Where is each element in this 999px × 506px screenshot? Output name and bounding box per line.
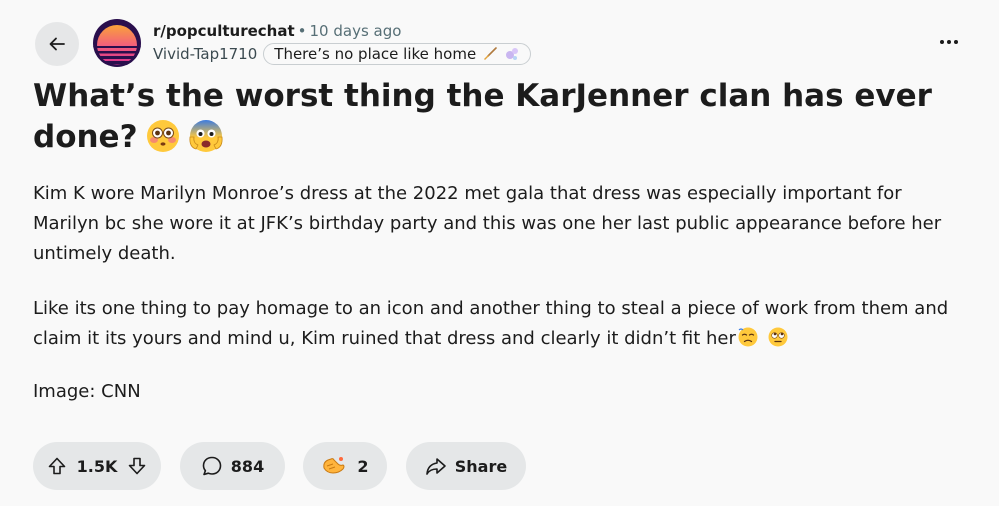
share-label: Share [454,456,508,476]
comment-count: 884 [230,456,265,476]
flushed-face-icon [146,119,180,164]
meta-separator: • [297,22,307,40]
post-title: What’s the worst thing the KarJenner cla… [33,76,933,164]
comment-bubble-icon [202,456,222,476]
share-button[interactable]: Share [406,442,526,490]
post-body-paragraph: Like its one thing to pay homage to an i… [33,294,973,357]
bubbles-icon [506,48,519,60]
vote-bar: 1.5K [33,442,161,490]
share-arrow-icon [425,458,446,475]
back-button[interactable] [35,22,79,66]
post-meta: r/popculturechat • 10 days ago [153,20,401,42]
image-credit: Image: CNN [33,381,141,402]
author-link[interactable]: Vivid-Tap1710 [153,45,257,63]
post-body-paragraph-text: Like its one thing to pay homage to an i… [33,298,949,349]
author-row: Vivid-Tap1710 There’s no place like home [153,43,532,65]
post-body-paragraph: Kim K wore Marilyn Monroe’s dress at the… [33,183,942,264]
vote-count: 1.5K [76,456,118,476]
upvote-button[interactable] [47,456,67,476]
more-options-icon [940,40,958,44]
subreddit-avatar[interactable] [93,19,141,67]
sunset-logo-icon [93,19,141,67]
upvote-arrow-icon [48,457,65,475]
award-count: 2 [357,456,369,476]
fearful-face-icon [188,119,224,164]
flair-text: There’s no place like home [274,45,477,63]
disappointed-face-icon [738,327,758,357]
downvote-arrow-icon [129,457,146,475]
arrow-left-icon [49,37,65,51]
award-button[interactable]: 2 [303,442,387,490]
broom-icon [484,47,497,60]
more-options-button[interactable] [934,30,964,54]
subreddit-link[interactable]: r/popculturechat [153,22,295,40]
comments-button[interactable]: 884 [180,442,285,490]
user-flair: There’s no place like home [263,43,532,65]
award-icon [323,457,345,474]
downvote-button[interactable] [127,456,147,476]
post-timestamp: 10 days ago [309,22,402,40]
eye-roll-face-icon [768,327,788,357]
